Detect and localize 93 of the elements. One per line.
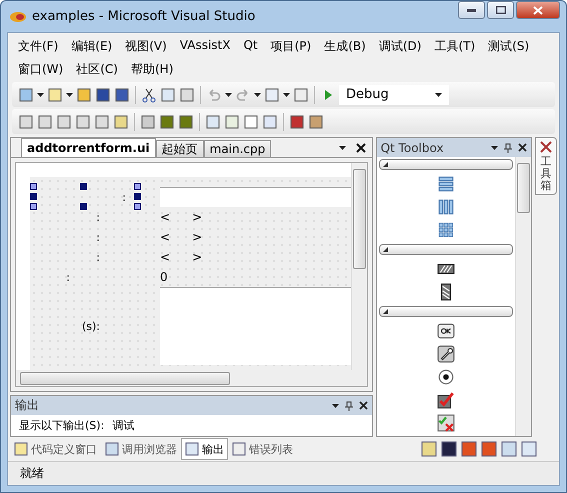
- configuration-dropdown[interactable]: Debug: [339, 84, 449, 104]
- caret-icon[interactable]: [283, 92, 290, 96]
- window-icon: [185, 442, 199, 456]
- output-source-label: 显示以下输出(S):: [19, 418, 104, 433]
- group-header[interactable]: [378, 306, 513, 317]
- tool-window-icon[interactable]: [501, 441, 517, 457]
- form-label: :: [95, 250, 101, 264]
- grid-layout-icon[interactable]: [436, 221, 455, 239]
- close-icon[interactable]: [358, 401, 368, 410]
- pin-icon[interactable]: [504, 142, 512, 152]
- vertical-scrollbar[interactable]: [515, 157, 531, 436]
- menu-item[interactable]: Qt: [237, 35, 265, 58]
- menu-item[interactable]: 窗口(W): [12, 58, 70, 81]
- menu-item[interactable]: 项目(P): [264, 35, 318, 58]
- caret-icon[interactable]: [491, 146, 498, 150]
- expander-icon: [382, 309, 388, 314]
- panel-title: 输出: [15, 397, 40, 414]
- close-button[interactable]: [516, 1, 560, 19]
- menu-item[interactable]: 调试(D): [372, 35, 428, 58]
- vertical-scrollbar[interactable]: [350, 163, 367, 370]
- window-icon: [232, 442, 246, 456]
- number-value: 0: [160, 270, 168, 284]
- expander-icon: [382, 162, 388, 167]
- spin-arrow[interactable]: >: [192, 250, 202, 264]
- spin-arrow[interactable]: <: [160, 230, 170, 244]
- menu-item[interactable]: VAssistX: [174, 35, 238, 58]
- tool-window-icon[interactable]: [461, 441, 477, 457]
- group-header[interactable]: [378, 159, 513, 170]
- menu-item[interactable]: 文件(F): [12, 35, 66, 58]
- close-icon[interactable]: [518, 143, 527, 152]
- tool-window-icon[interactable]: [421, 441, 437, 457]
- dialog-button-box-icon[interactable]: [436, 414, 455, 432]
- caret-icon[interactable]: [435, 92, 442, 96]
- output-source-dropdown[interactable]: 调试: [112, 418, 134, 433]
- horizontal-layout-icon[interactable]: [436, 198, 455, 216]
- document-tab[interactable]: addtorrentform.ui: [21, 138, 156, 157]
- tool-window-icon[interactable]: [481, 441, 497, 457]
- menu-item[interactable]: 测试(S): [482, 35, 536, 58]
- caret-icon[interactable]: [225, 92, 232, 96]
- form-label: :: [121, 190, 127, 204]
- expander-icon: [382, 247, 388, 252]
- window-icon: [105, 442, 119, 456]
- horizontal-scrollbar[interactable]: [16, 370, 367, 386]
- form-label: :: [95, 210, 101, 224]
- toolbox-side-tab[interactable]: 工具箱: [535, 137, 557, 196]
- spin-arrow[interactable]: >: [192, 230, 202, 244]
- caret-icon[interactable]: [338, 146, 346, 150]
- selection-handles-drawing[interactable]: [30, 183, 142, 211]
- side-tab-label: 工具箱: [540, 156, 552, 192]
- push-button-icon[interactable]: [436, 322, 455, 340]
- status-text: 就绪: [20, 465, 44, 482]
- text-field[interactable]: [160, 187, 351, 207]
- vertical-layout-icon[interactable]: [436, 175, 455, 193]
- maximize-icon: [496, 6, 506, 14]
- maximize-button[interactable]: [487, 1, 514, 19]
- tool-window-icon[interactable]: [441, 441, 457, 457]
- caret-icon[interactable]: [332, 404, 339, 408]
- minimize-button[interactable]: [458, 1, 485, 19]
- group-header[interactable]: [378, 244, 513, 255]
- menu-item[interactable]: 编辑(E): [65, 35, 120, 58]
- caret-icon[interactable]: [254, 92, 261, 96]
- menu-item[interactable]: 生成(B): [318, 35, 373, 58]
- tool-button-icon[interactable]: [436, 345, 455, 363]
- panel-tab[interactable]: 代码定义窗口: [10, 438, 101, 460]
- spin-arrow[interactable]: <: [160, 210, 170, 224]
- radio-button-icon[interactable]: [436, 368, 455, 386]
- caret-icon[interactable]: [37, 92, 44, 96]
- spin-arrow[interactable]: <: [160, 250, 170, 264]
- menu-item[interactable]: 工具(T): [428, 35, 482, 58]
- spin-arrow[interactable]: >: [192, 210, 202, 224]
- close-icon: [533, 6, 543, 14]
- close-icon[interactable]: [356, 143, 366, 153]
- cut-icon[interactable]: [141, 86, 157, 102]
- minimize-icon: [467, 8, 476, 12]
- window-icon: [14, 442, 28, 456]
- menu-item[interactable]: 社区(C): [70, 58, 125, 81]
- panel-title: Qt Toolbox: [380, 140, 445, 154]
- panel-tab[interactable]: 错误列表: [228, 438, 297, 460]
- check-box-icon[interactable]: [436, 391, 455, 409]
- tool-window-icon[interactable]: [521, 441, 537, 457]
- form-label: :: [65, 270, 71, 284]
- form-label: :: [95, 230, 101, 244]
- window-title: examples - Microsoft Visual Studio: [32, 9, 256, 24]
- panel-tab[interactable]: 调用浏览器: [101, 438, 181, 460]
- document-tab[interactable]: 起始页: [156, 140, 204, 157]
- panel-tab[interactable]: 输出: [181, 438, 228, 460]
- form-label: (s):: [80, 320, 101, 332]
- menu-item[interactable]: 帮助(H): [124, 58, 180, 81]
- document-tab[interactable]: main.cpp: [204, 140, 272, 157]
- caret-icon[interactable]: [66, 92, 73, 96]
- app-logo-icon: [9, 10, 27, 22]
- pin-icon[interactable]: [344, 400, 353, 410]
- menu-item[interactable]: 视图(V): [119, 35, 174, 58]
